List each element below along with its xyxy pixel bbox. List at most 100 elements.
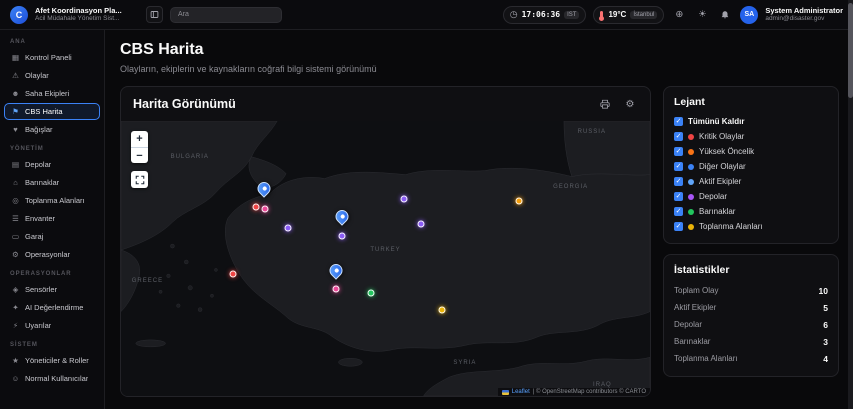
legend-item-tümünü-kaldır[interactable]: ✓Tümünü Kaldır	[674, 114, 828, 129]
map-marker-dot[interactable]	[368, 289, 375, 296]
bell-icon	[720, 10, 730, 20]
stat-row-aktif-ekipler: Aktif Ekipler5	[674, 299, 828, 316]
map-marker-dot[interactable]	[229, 270, 236, 277]
map-marker-dot[interactable]	[516, 198, 523, 205]
sidebar-item-label: Olaylar	[25, 71, 49, 80]
sidebar-item-toplanma-alanları[interactable]: ◎Toplanma Alanları	[4, 192, 100, 209]
sidebar-item-olaylar[interactable]: ⚠ Olaylar	[4, 67, 100, 84]
sidebar-section-label: SİSTEM	[0, 335, 104, 351]
map-marker-dot[interactable]	[338, 233, 345, 240]
warehouse-icon: ▤	[11, 160, 20, 169]
sidebar-item-label: CBS Harita	[25, 107, 63, 116]
clock-icon: ◷	[510, 9, 518, 20]
map-marker-dot[interactable]	[253, 204, 260, 211]
theme-toggle-button[interactable]: ☀	[694, 7, 710, 23]
app-body: ANA▦Kontrol Paneli ⚠ Olaylar ☻Saha Ekipleri…	[0, 30, 853, 409]
checkbox-checked-icon[interactable]: ✓	[674, 192, 683, 201]
language-globe-button[interactable]: ⊕	[671, 7, 687, 23]
gear-icon: ⚙	[626, 99, 635, 110]
fullscreen-button[interactable]	[131, 171, 148, 188]
stats-list: Toplam Olay10Aktif Ekipler5Depolar6Barın…	[674, 282, 828, 367]
stat-label: Toplanma Alanları	[674, 354, 738, 363]
legend-item-kritik-olaylar[interactable]: ✓Kritik Olaylar	[674, 129, 828, 144]
stat-label: Toplam Olay	[674, 286, 718, 295]
sidebar-item-label: Bağışlar	[25, 125, 53, 134]
legend-item-barınaklar[interactable]: ✓Barınaklar	[674, 204, 828, 219]
sidebar-item-bağışlar[interactable]: ♥ Bağışlar	[4, 121, 100, 138]
map-card-actions: ⚙	[597, 96, 638, 112]
map-marker-dot[interactable]	[262, 206, 269, 213]
sidebar-item-saha-ekipleri[interactable]: ☻Saha Ekipleri	[4, 85, 100, 102]
stat-label: Barınaklar	[674, 337, 710, 346]
leaflet-link[interactable]: Leaflet	[512, 389, 530, 395]
weather-widget: 19°C İstanbul	[593, 6, 664, 24]
checkbox-checked-icon[interactable]: ✓	[674, 207, 683, 216]
stat-row-barınaklar: Barınaklar3	[674, 333, 828, 350]
avatar-initials: SA	[744, 11, 754, 18]
print-map-button[interactable]	[597, 96, 613, 112]
header-right-cluster: ◷ 17:06:36 IST 19°C İstanbul ⊕ ☀ SA Syst…	[503, 6, 843, 24]
map-marker-dot[interactable]	[332, 285, 339, 292]
sidebar-item-operasyonlar[interactable]: ⚙Operasyonlar	[4, 246, 100, 263]
top-header-bar: C Afet Koordinasyon Pla... Acil Müdahale…	[0, 0, 853, 30]
scrollbar-thumb[interactable]	[848, 3, 853, 98]
legend-color-dot	[688, 149, 694, 155]
sidebar-item-garaj[interactable]: ▭Garaj	[4, 228, 100, 245]
legend-item-depolar[interactable]: ✓Depolar	[674, 189, 828, 204]
sidebar-item-yöneticiler-roller[interactable]: ★Yöneticiler & Roller	[4, 352, 100, 369]
zoom-in-button[interactable]: +	[131, 131, 148, 147]
sidebar-section-label: YÖNETİM	[0, 139, 104, 155]
user-avatar[interactable]: SA	[740, 6, 758, 24]
map-marker-dot[interactable]	[438, 306, 445, 313]
sidebar-item-barınaklar[interactable]: ⌂Barınaklar	[4, 174, 100, 191]
checkbox-checked-icon[interactable]: ✓	[674, 177, 683, 186]
sidebar-section-label: ANA	[0, 32, 104, 48]
sidebar-item-normal-kullanıcılar[interactable]: ☺Normal Kullanıcılar	[4, 370, 100, 387]
map-marker-dot[interactable]	[401, 195, 408, 202]
app-subtitle: Acil Müdahale Yönetim Sist...	[35, 15, 135, 23]
checkbox-checked-icon[interactable]: ✓	[674, 162, 683, 171]
sidebar-item-ai-değerlendirme[interactable]: ✦AI Değerlendirme	[4, 299, 100, 316]
legend-item-diğer-olaylar[interactable]: ✓Diğer Olaylar	[674, 159, 828, 174]
stat-row-toplam-olay: Toplam Olay10	[674, 282, 828, 299]
sidebar-section: YÖNETİM▤Depolar⌂Barınaklar◎Toplanma Alan…	[0, 139, 104, 263]
clock-widget: ◷ 17:06:36 IST	[503, 6, 587, 24]
notifications-button[interactable]	[717, 7, 733, 23]
map-area[interactable]: + − Leaflet | © OpenStreetMap contributo…	[121, 121, 650, 396]
attribution-text: | © OpenStreetMap contributors © CARTO	[533, 389, 646, 395]
print-icon	[600, 99, 610, 109]
stat-label: Depolar	[674, 320, 702, 329]
legend-item-label: Toplanma Alanları	[699, 222, 763, 231]
sidebar-item-envanter[interactable]: ☰Envanter	[4, 210, 100, 227]
checkbox-checked-icon[interactable]: ✓	[674, 117, 683, 126]
map-marker-dot[interactable]	[418, 221, 425, 228]
checkbox-checked-icon[interactable]: ✓	[674, 147, 683, 156]
sidebar-item-kontrol-paneli[interactable]: ▦Kontrol Paneli	[4, 49, 100, 66]
map-tiles[interactable]	[121, 121, 650, 396]
legend-item-aktif-ekipler[interactable]: ✓Aktif Ekipler	[674, 174, 828, 189]
thermometer-icon	[600, 11, 603, 19]
panel-toggle-icon	[150, 10, 159, 19]
user-name: System Administrator	[765, 6, 843, 15]
sidebar-item-depolar[interactable]: ▤Depolar	[4, 156, 100, 173]
app-title: Afet Koordinasyon Pla...	[35, 6, 135, 15]
heart-icon: ♥	[11, 125, 20, 134]
checkbox-checked-icon[interactable]: ✓	[674, 132, 683, 141]
alert-triangle-icon: ⚠	[11, 71, 20, 80]
checkbox-checked-icon[interactable]: ✓	[674, 222, 683, 231]
map-settings-button[interactable]: ⚙	[622, 96, 638, 112]
sidebar-nav: ANA▦Kontrol Paneli ⚠ Olaylar ☻Saha Ekipleri…	[0, 30, 105, 409]
sidebar-item-label: Barınaklar	[25, 178, 59, 187]
page-scrollbar[interactable]	[848, 0, 853, 409]
sidebar-item-cbs-harita[interactable]: ⚑ CBS Harita	[4, 103, 100, 120]
sidebar-toggle-button[interactable]	[146, 6, 163, 23]
zoom-out-button[interactable]: −	[131, 147, 148, 163]
legend-item-toplanma-alanları[interactable]: ✓ Toplanma Alanları	[674, 219, 828, 234]
sidebar-item-sensörler[interactable]: ◈Sensörler	[4, 281, 100, 298]
sidebar-item-uyarılar[interactable]: ⚡Uyarılar	[4, 317, 100, 334]
map-icon: ⚑	[11, 107, 20, 116]
legend-item-yüksek-öncelik[interactable]: ✓Yüksek Öncelik	[674, 144, 828, 159]
sidebar-item-label: Uyarılar	[25, 321, 51, 330]
map-marker-dot[interactable]	[285, 225, 292, 232]
search-input[interactable]	[170, 7, 282, 23]
